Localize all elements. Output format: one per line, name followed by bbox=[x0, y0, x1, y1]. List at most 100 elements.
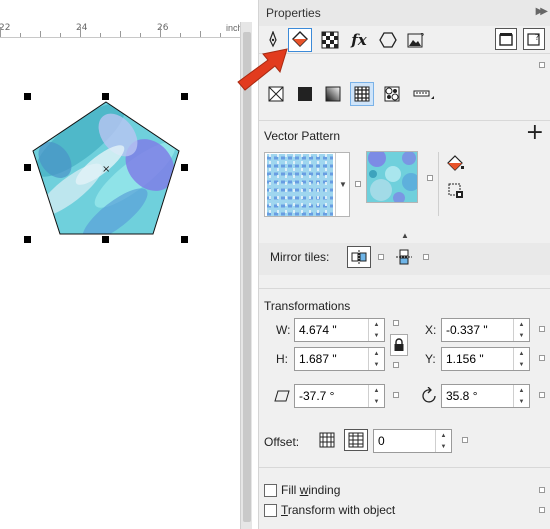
effects-tab[interactable]: fx bbox=[347, 28, 371, 52]
fill-winding-checkbox[interactable] bbox=[264, 483, 277, 497]
rotate-field[interactable]: 35.8 ° ▲ ▼ bbox=[441, 384, 530, 408]
height-label: H: bbox=[276, 352, 288, 366]
spin-up-icon[interactable]: ▲ bbox=[369, 385, 384, 396]
scrollbar-thumb[interactable] bbox=[243, 32, 251, 522]
skew-field[interactable]: -37.7 ° ▲ ▼ bbox=[294, 384, 385, 408]
spin-down-icon[interactable]: ▼ bbox=[369, 396, 384, 407]
width-value: 4.674 " bbox=[299, 323, 337, 337]
fountain-fill-button[interactable] bbox=[321, 82, 345, 106]
collapse-up-icon[interactable]: ▲ bbox=[401, 231, 409, 240]
frame-question-icon: ? bbox=[527, 33, 540, 46]
option-box[interactable] bbox=[539, 392, 545, 398]
column-offset-button[interactable] bbox=[344, 429, 368, 451]
pattern-swatch-preview bbox=[267, 154, 333, 216]
option-box[interactable] bbox=[427, 175, 433, 181]
frame-toggle-button[interactable] bbox=[495, 28, 517, 50]
rotate-icon bbox=[422, 387, 436, 403]
fill-bucket-icon bbox=[292, 31, 308, 47]
drawing-canvas[interactable]: 22 24 26 inches bbox=[0, 0, 240, 529]
pattern-dropdown-button[interactable]: ▼ bbox=[335, 153, 350, 216]
spin-down-icon[interactable]: ▼ bbox=[369, 359, 384, 370]
row-offset-icon bbox=[319, 432, 335, 448]
lock-icon bbox=[394, 338, 404, 351]
transparency-tab[interactable] bbox=[318, 28, 342, 52]
offset-field[interactable]: 0 ▲ ▼ bbox=[373, 429, 452, 453]
transform-with-object-checkbox[interactable] bbox=[264, 503, 277, 517]
spin-down-icon[interactable]: ▼ bbox=[369, 330, 384, 341]
pentagon-object[interactable]: × bbox=[0, 0, 240, 529]
mirror-tiles-label: Mirror tiles: bbox=[270, 250, 330, 264]
spin-up-icon[interactable]: ▲ bbox=[369, 348, 384, 359]
row-offset-button[interactable] bbox=[315, 429, 339, 451]
rotate-value: 35.8 ° bbox=[446, 389, 478, 403]
fill-type-row bbox=[259, 78, 550, 114]
option-box[interactable] bbox=[378, 254, 384, 260]
mirror-horizontal-icon bbox=[351, 250, 367, 264]
option-box[interactable] bbox=[462, 437, 468, 443]
panel-header: Properties ▶▶ bbox=[259, 0, 550, 26]
x-field[interactable]: -0.337 " ▲ ▼ bbox=[441, 318, 530, 342]
height-value: 1.687 " bbox=[299, 352, 337, 366]
texture-dropdown-icon bbox=[413, 90, 434, 99]
option-box[interactable] bbox=[539, 355, 545, 361]
uniform-fill-button[interactable] bbox=[293, 82, 317, 106]
fill-winding-option[interactable]: Fill winding bbox=[264, 483, 340, 497]
svg-text:?: ? bbox=[420, 32, 424, 41]
transform-with-object-option[interactable]: Transform with object bbox=[264, 503, 395, 517]
spin-up-icon[interactable]: ▲ bbox=[514, 348, 529, 359]
pattern-tile-preview[interactable] bbox=[366, 151, 418, 203]
add-icon[interactable]: + bbox=[526, 122, 544, 144]
image-tab[interactable]: ? bbox=[405, 28, 429, 52]
shape-tab[interactable] bbox=[376, 28, 400, 52]
option-box[interactable] bbox=[539, 487, 545, 493]
mirror-vertical-button[interactable] bbox=[392, 246, 416, 268]
option-box[interactable] bbox=[539, 507, 545, 513]
transform-fill-button[interactable] bbox=[444, 180, 468, 202]
option-box[interactable] bbox=[423, 254, 429, 260]
vector-pattern-icon bbox=[354, 86, 370, 102]
spin-down-icon[interactable]: ▼ bbox=[514, 396, 529, 407]
spin-down-icon[interactable]: ▼ bbox=[514, 359, 529, 370]
separator bbox=[438, 152, 439, 216]
separator bbox=[259, 467, 550, 468]
mirror-vertical-icon bbox=[396, 249, 412, 265]
width-field[interactable]: 4.674 " ▲ ▼ bbox=[294, 318, 385, 342]
option-box[interactable] bbox=[355, 181, 361, 187]
height-field[interactable]: 1.687 " ▲ ▼ bbox=[294, 347, 385, 371]
collapse-icon[interactable]: ▶▶ bbox=[536, 6, 549, 17]
mirror-horizontal-button[interactable] bbox=[347, 246, 371, 268]
hexagon-icon bbox=[379, 32, 397, 48]
offset-value: 0 bbox=[378, 434, 385, 448]
help-button[interactable]: ? bbox=[523, 28, 545, 50]
svg-text:?: ? bbox=[535, 33, 539, 42]
spin-down-icon[interactable]: ▼ bbox=[436, 441, 451, 452]
more-fill-types-button[interactable] bbox=[409, 82, 439, 106]
image-question-icon: ? bbox=[407, 32, 424, 48]
transform-fill-icon bbox=[448, 183, 463, 198]
spin-down-icon[interactable]: ▼ bbox=[514, 330, 529, 341]
fx-icon: fx bbox=[351, 31, 367, 49]
lock-ratio-button[interactable] bbox=[390, 334, 408, 356]
bitmap-pattern-fill-button[interactable] bbox=[380, 82, 404, 106]
red-arrow-annotation bbox=[237, 48, 288, 91]
offset-label: Offset: bbox=[264, 435, 300, 449]
pattern-picker[interactable]: ▼ bbox=[264, 152, 350, 217]
option-box[interactable] bbox=[393, 392, 399, 398]
y-field[interactable]: 1.156 " ▲ ▼ bbox=[441, 347, 530, 371]
option-box[interactable] bbox=[393, 362, 399, 368]
gradient-icon bbox=[325, 86, 341, 102]
uniform-fill-icon bbox=[298, 87, 312, 101]
spin-up-icon[interactable]: ▲ bbox=[369, 319, 384, 330]
spin-up-icon[interactable]: ▲ bbox=[514, 319, 529, 330]
vertical-scrollbar[interactable] bbox=[240, 22, 252, 529]
spin-up-icon[interactable]: ▲ bbox=[514, 385, 529, 396]
option-box[interactable] bbox=[539, 326, 545, 332]
skew-value: -37.7 ° bbox=[299, 389, 335, 403]
vector-pattern-fill-button[interactable] bbox=[350, 82, 374, 106]
spin-up-icon[interactable]: ▲ bbox=[436, 430, 451, 441]
option-box[interactable] bbox=[539, 62, 545, 68]
option-box[interactable] bbox=[393, 320, 399, 326]
skew-icon bbox=[274, 390, 290, 402]
fill-winding-label: Fill winding bbox=[281, 483, 341, 497]
edit-fill-button[interactable] bbox=[444, 152, 468, 174]
